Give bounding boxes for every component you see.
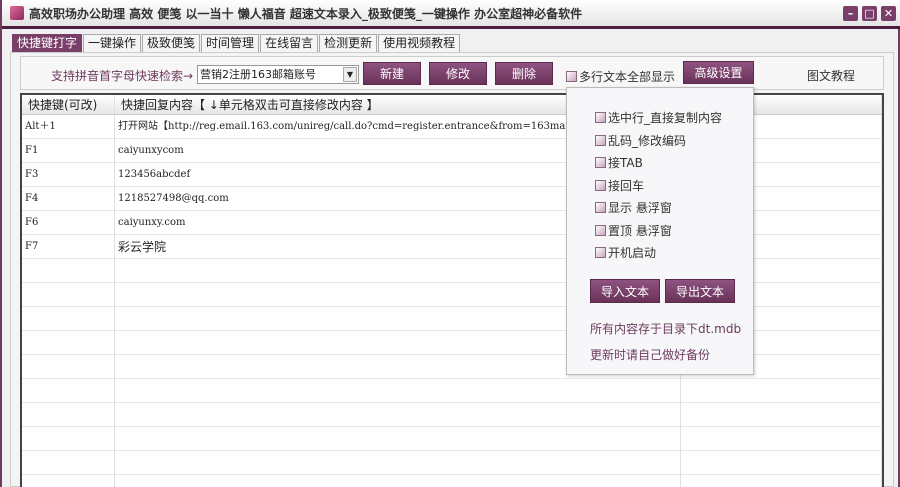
tab-shortcut-typing[interactable]: 快捷键打字 bbox=[12, 34, 83, 52]
shortcut-grid: 快捷键(可改) 快捷回复内容【 ↓单元格双击可直接修改内容 】 Alt＋1 打开网… bbox=[20, 93, 884, 487]
combo-value: 营销2注册163邮箱账号 bbox=[200, 68, 316, 81]
chevron-down-icon[interactable]: ▼ bbox=[343, 67, 357, 82]
option-label: 接TAB bbox=[608, 156, 643, 170]
option-label: 显示 悬浮窗 bbox=[608, 201, 672, 215]
delete-button[interactable]: 删除 bbox=[495, 62, 553, 85]
empty-row[interactable] bbox=[22, 427, 882, 451]
tab-one-click[interactable]: 一键操作 bbox=[83, 34, 142, 52]
title-bar: 高效职场办公助理 高效 便笺 以一当十 懒人福音 超速文本录入_极致便笺_一键操… bbox=[2, 0, 900, 29]
app-icon bbox=[10, 6, 24, 20]
option-label: 乱码_修改编码 bbox=[608, 133, 687, 148]
popup-option-checkbox[interactable]: 乱码_修改编码 bbox=[595, 132, 686, 149]
cell-key[interactable]: F7 bbox=[22, 235, 115, 258]
tab-bar: 快捷键打字 一键操作 极致便笺 时间管理 在线留言 检测更新 使用视频教程 bbox=[12, 34, 461, 52]
tab-notes[interactable]: 极致便笺 bbox=[142, 34, 201, 52]
close-button[interactable]: ✕ bbox=[881, 6, 896, 21]
checkbox-icon bbox=[595, 157, 606, 168]
storage-note: 所有内容存于目录下dt.mdb bbox=[590, 322, 742, 336]
search-label: 支持拼音首字母快速检索→ bbox=[51, 69, 194, 83]
option-label: 开机启动 bbox=[608, 246, 657, 260]
window-title: 高效职场办公助理 高效 便笺 以一当十 懒人福音 超速文本录入_极致便笺_一键操… bbox=[29, 6, 583, 21]
empty-row[interactable] bbox=[22, 475, 882, 487]
header-key[interactable]: 快捷键(可改) bbox=[22, 95, 115, 114]
popup-option-checkbox[interactable]: 显示 悬浮窗 bbox=[595, 199, 672, 216]
cell-key[interactable]: F3 bbox=[22, 163, 115, 186]
import-text-button[interactable]: 导入文本 bbox=[590, 279, 660, 303]
tab-time[interactable]: 时间管理 bbox=[201, 34, 260, 52]
popup-option-checkbox[interactable]: 选中行_直接复制内容 bbox=[595, 109, 722, 126]
empty-row[interactable] bbox=[22, 451, 882, 475]
edit-button[interactable]: 修改 bbox=[429, 62, 487, 85]
option-label: 置顶 悬浮窗 bbox=[608, 223, 672, 238]
checkbox-icon bbox=[595, 202, 606, 213]
multiline-label: 多行文本全部显示 bbox=[579, 70, 676, 84]
search-combo[interactable]: 营销2注册163邮箱账号 ▼ bbox=[197, 65, 359, 84]
tab-video[interactable]: 使用视频教程 bbox=[378, 34, 461, 52]
popup-option-checkbox[interactable]: 开机启动 bbox=[595, 244, 656, 261]
tab-message[interactable]: 在线留言 bbox=[260, 34, 319, 52]
option-label: 接回车 bbox=[608, 178, 645, 193]
checkbox-icon bbox=[566, 71, 577, 82]
toolbar: 支持拼音首字母快速检索→ 营销2注册163邮箱账号 ▼ 新建 修改 删除 多行文本… bbox=[20, 56, 884, 90]
multiline-checkbox[interactable]: 多行文本全部显示 bbox=[566, 68, 675, 85]
checkbox-icon bbox=[595, 224, 606, 236]
minimize-button[interactable]: – bbox=[843, 6, 858, 21]
option-label: 选中行_直接复制内容 bbox=[608, 111, 723, 125]
new-button[interactable]: 新建 bbox=[363, 62, 421, 85]
maximize-button[interactable]: □ bbox=[862, 6, 877, 21]
checkbox-icon bbox=[595, 179, 606, 191]
cell-key[interactable]: F4 bbox=[22, 187, 115, 210]
empty-row[interactable] bbox=[22, 379, 882, 403]
export-text-button[interactable]: 导出文本 bbox=[665, 279, 735, 303]
backup-note: 更新时请自己做好备份 bbox=[590, 348, 711, 362]
popup-option-checkbox[interactable]: 置顶 悬浮窗 bbox=[595, 222, 672, 239]
checkbox-icon bbox=[595, 247, 606, 258]
cell-key[interactable]: Alt＋1 bbox=[22, 115, 115, 138]
tutorial-link[interactable]: 图文教程 bbox=[807, 67, 855, 84]
cell-key[interactable]: F6 bbox=[22, 211, 115, 234]
cell-key[interactable]: F1 bbox=[22, 139, 115, 162]
popup-option-checkbox[interactable]: 接TAB bbox=[595, 154, 643, 171]
checkbox-icon bbox=[595, 112, 606, 123]
advanced-settings-popup: 选中行_直接复制内容 乱码_修改编码 接TAB 接回车显示 悬浮窗 置顶 悬浮窗 开机启动… bbox=[566, 87, 754, 375]
popup-option-checkbox[interactable]: 接回车 bbox=[595, 177, 644, 194]
checkbox-icon bbox=[595, 134, 606, 146]
tab-update[interactable]: 检测更新 bbox=[319, 34, 378, 52]
advanced-settings-button[interactable]: 高级设置 bbox=[683, 61, 754, 84]
empty-row[interactable] bbox=[22, 403, 882, 427]
